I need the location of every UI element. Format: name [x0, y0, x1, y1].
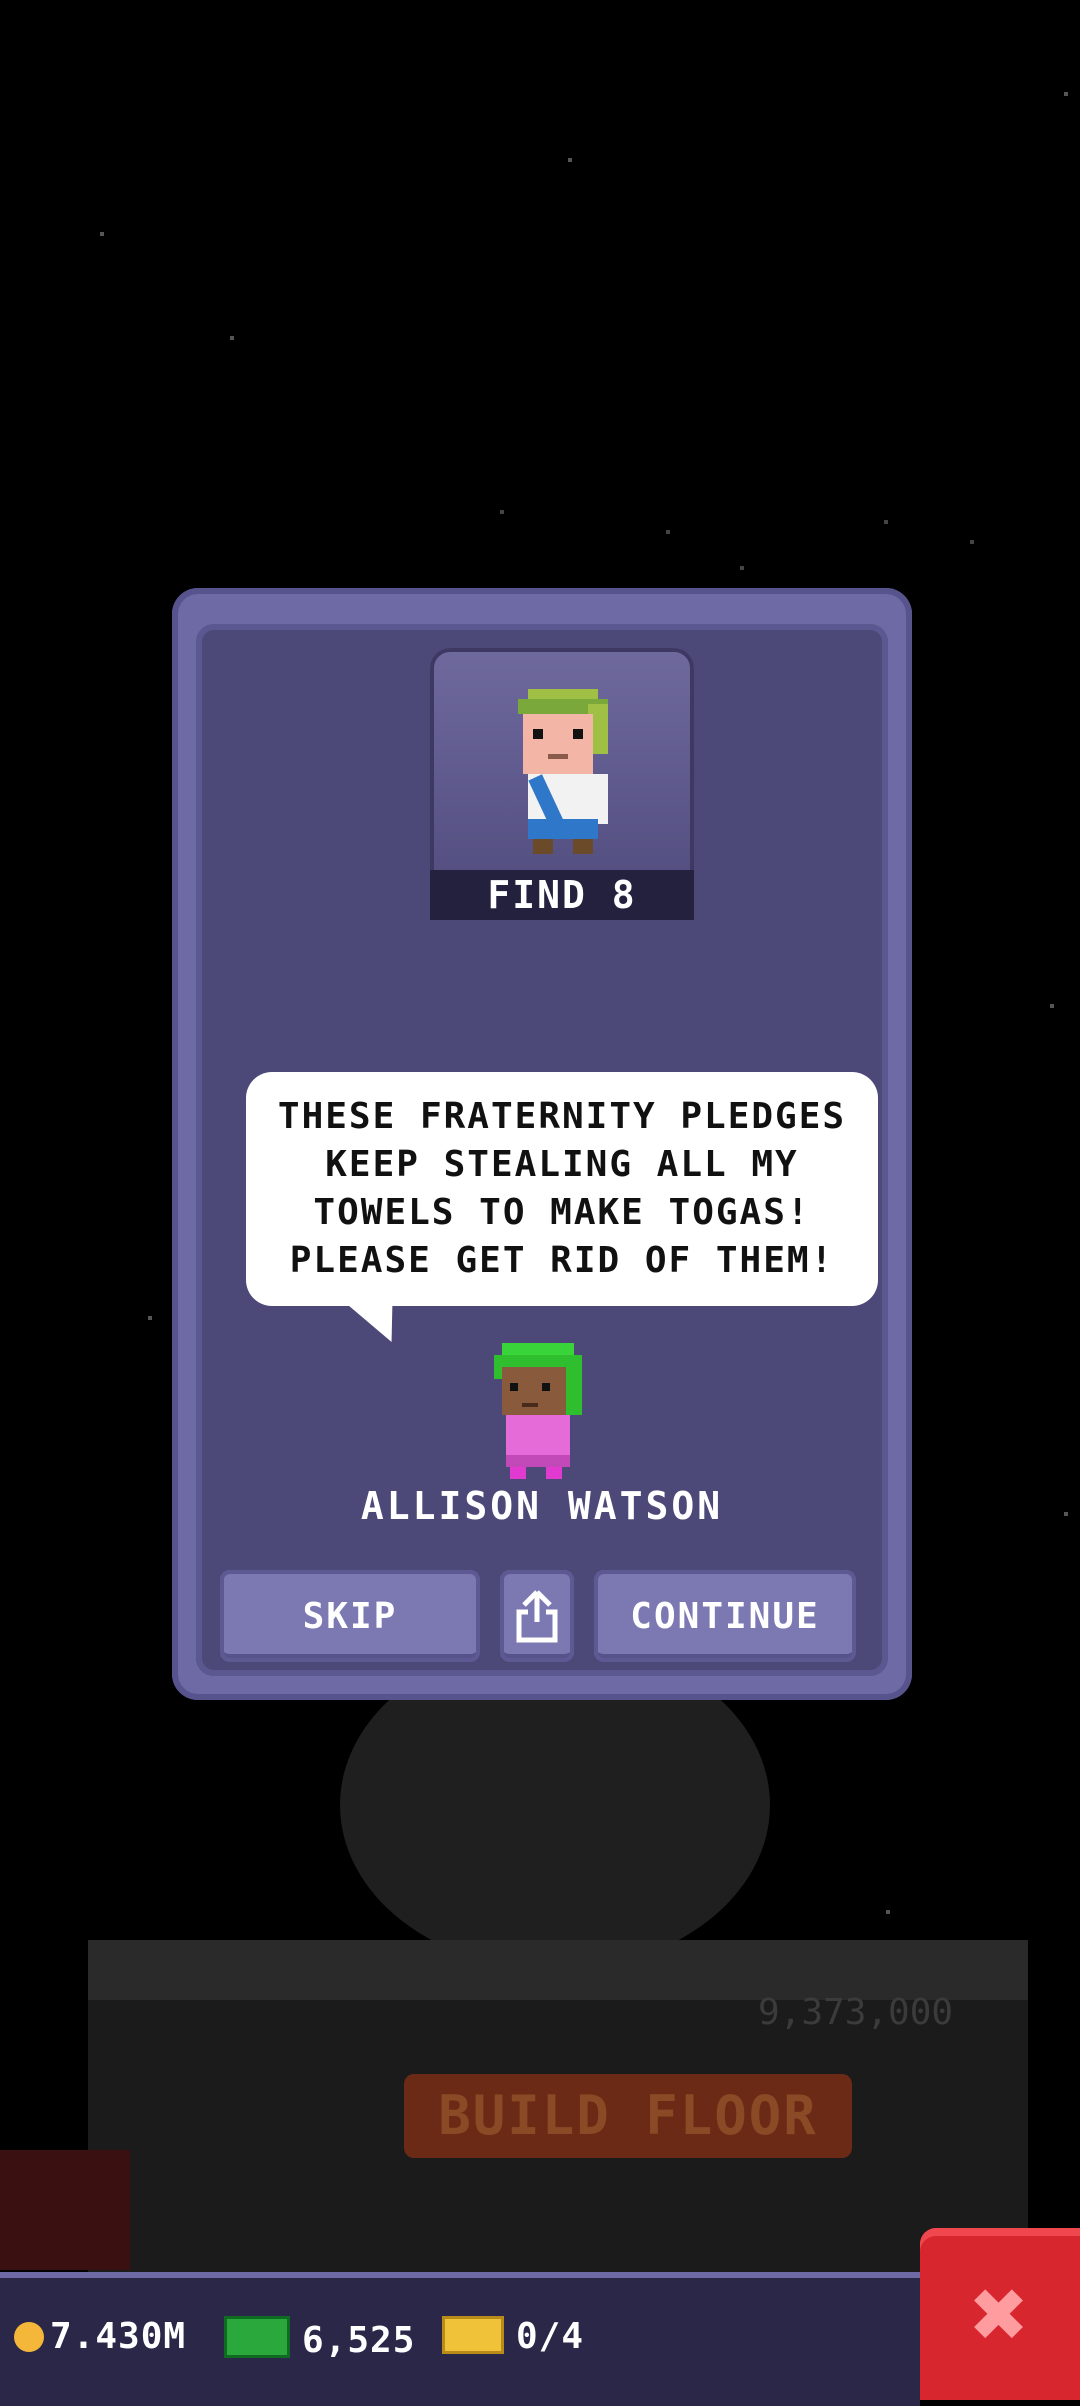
tickets-display: 0/4	[442, 2316, 584, 2357]
message-line: PLEASE GET RID OF THEM!	[289, 1240, 835, 1281]
share-icon	[516, 1590, 558, 1643]
message-line: TOWELS TO MAKE TOGAS!	[313, 1192, 811, 1233]
ticket-icon	[442, 2316, 504, 2354]
build-floor-button: BUILD FLOOR	[404, 2074, 852, 2158]
bux-display: 6,525	[224, 2316, 415, 2361]
speaker-avatar	[494, 1343, 582, 1479]
elevator-arrows-button	[0, 2150, 130, 2270]
quest-dialog: FIND 8 THESE FRATERNITY PLEDGES KEEP STE…	[172, 588, 912, 1700]
bux-value: 6,525	[302, 2320, 416, 2361]
floor-cost: 9,373,000	[758, 1992, 954, 2033]
tower-roof	[88, 1940, 1028, 2000]
close-icon: ✖	[971, 2258, 1029, 2370]
speech-bubble-tail	[344, 1302, 416, 1342]
target-character-icon	[518, 689, 608, 854]
message-line: KEEP STEALING ALL MY	[325, 1144, 799, 1185]
skip-button-label: SKIP	[302, 1595, 398, 1637]
speech-bubble: THESE FRATERNITY PLEDGES KEEP STEALING A…	[246, 1072, 878, 1306]
tickets-value: 0/4	[516, 2316, 585, 2357]
share-button[interactable]	[500, 1570, 574, 1662]
quest-dialog-body: FIND 8 THESE FRATERNITY PLEDGES KEEP STE…	[196, 624, 888, 1676]
bux-icon	[224, 2316, 290, 2358]
close-button[interactable]: ✖	[920, 2228, 1080, 2400]
message-line: THESE FRATERNITY PLEDGES	[277, 1096, 847, 1137]
continue-button[interactable]: CONTINUE	[594, 1570, 856, 1662]
currency-bar: 7.430M 6,525 0/4	[0, 2272, 920, 2406]
quest-target-label: FIND 8	[430, 870, 694, 920]
target-portrait-card: FIND 8	[430, 648, 694, 920]
coins-value: 7.430M	[50, 2316, 187, 2357]
continue-button-label: CONTINUE	[630, 1595, 820, 1637]
speaker-name: ALLISON WATSON	[360, 1484, 724, 1528]
coins-display: 7.430M	[14, 2316, 186, 2357]
coin-icon	[14, 2322, 44, 2352]
skip-button[interactable]: SKIP	[220, 1570, 480, 1662]
